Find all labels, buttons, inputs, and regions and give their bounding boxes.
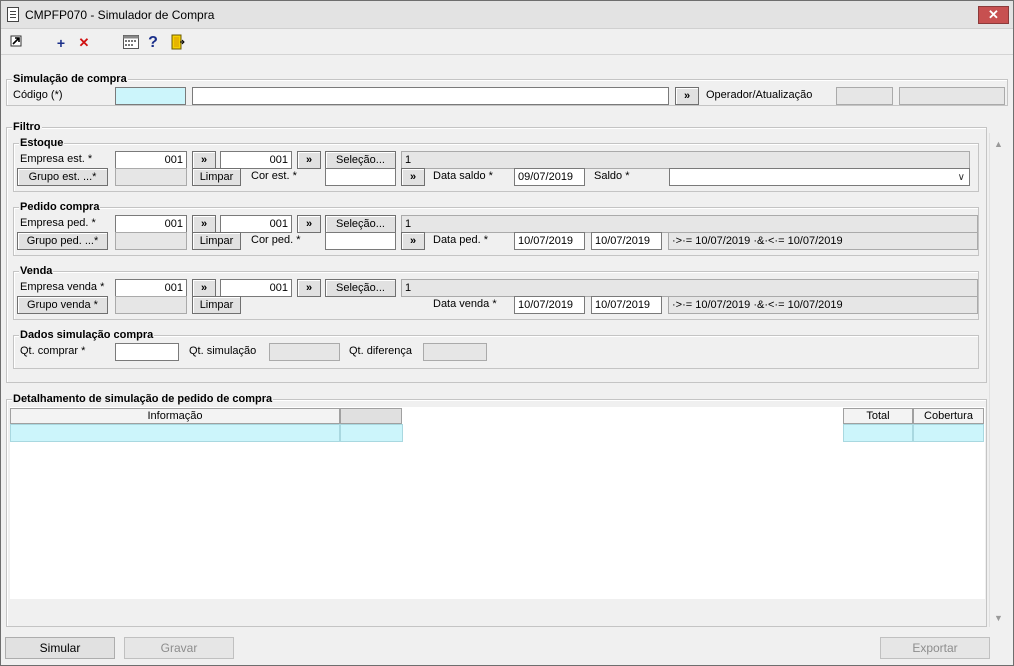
filtro-group-title: Filtro	[12, 121, 42, 133]
chevron-down-icon: ∨	[957, 172, 965, 183]
empresa-venda-to-lookup-button[interactable]: »	[297, 279, 321, 297]
door-icon[interactable]	[168, 34, 186, 52]
pedido-selecao-field: 1	[401, 215, 978, 233]
grid-cell-total[interactable]	[843, 424, 913, 442]
empresa-venda-label: Empresa venda *	[20, 281, 105, 293]
empresa-ped-label: Empresa ped. *	[20, 217, 96, 229]
col-header-blank[interactable]	[340, 408, 402, 424]
col-header-informacao[interactable]: Informação	[10, 408, 340, 424]
operador-field	[836, 87, 893, 105]
qt-simulacao-label: Qt. simulação	[189, 345, 257, 357]
grupo-ped-field	[115, 232, 187, 250]
exit-icon[interactable]	[7, 34, 25, 52]
calendar-icon[interactable]	[122, 34, 140, 52]
empresa-venda-from-input[interactable]: 001	[115, 279, 187, 297]
help-icon[interactable]: ?	[144, 34, 162, 52]
grupo-venda-button[interactable]: Grupo venda *	[17, 296, 108, 314]
data-ped-range-field: ·>·= 10/07/2019 ·&·<·= 10/07/2019	[668, 232, 978, 250]
empresa-ped-to-input[interactable]: 001	[220, 215, 292, 233]
codigo-lookup-button[interactable]: »	[675, 87, 699, 105]
toolbar: + ✕ ?	[1, 30, 1013, 55]
col-header-cobertura[interactable]: Cobertura	[913, 408, 984, 424]
close-button[interactable]: ✕	[978, 6, 1009, 24]
empresa-est-to-input[interactable]: 001	[220, 151, 292, 169]
codigo-description-input[interactable]	[192, 87, 669, 105]
empresa-venda-to-input[interactable]: 001	[220, 279, 292, 297]
venda-selecao-button[interactable]: Seleção...	[325, 279, 396, 297]
limpar-venda-button[interactable]: Limpar	[192, 296, 241, 314]
scroll-down-icon[interactable]: ▼	[994, 613, 1003, 623]
cor-ped-label: Cor ped. *	[251, 234, 301, 246]
grid-cell-blank[interactable]	[340, 424, 403, 442]
estoque-group-title: Estoque	[19, 137, 65, 149]
grid-cell-informacao[interactable]	[10, 424, 340, 442]
data-ped-from-input[interactable]: 10/07/2019	[514, 232, 585, 250]
qt-diferenca-label: Qt. diferença	[349, 345, 412, 357]
scroll-up-icon[interactable]: ▲	[994, 139, 1003, 149]
grupo-est-field	[115, 168, 187, 186]
data-saldo-input[interactable]: 09/07/2019	[514, 168, 585, 186]
qt-simulacao-field	[269, 343, 340, 361]
empresa-venda-from-lookup-button[interactable]: »	[192, 279, 216, 297]
limpar-ped-button[interactable]: Limpar	[192, 232, 241, 250]
exportar-button[interactable]: Exportar	[880, 637, 990, 659]
qt-diferenca-field	[423, 343, 487, 361]
empresa-est-label: Empresa est. *	[20, 153, 93, 165]
detalhamento-group-title: Detalhamento de simulação de pedido de c…	[12, 393, 274, 405]
empresa-est-from-input[interactable]: 001	[115, 151, 187, 169]
gravar-button[interactable]: Gravar	[124, 637, 234, 659]
qt-comprar-label: Qt. comprar *	[20, 345, 86, 357]
pedido-group-title: Pedido compra	[19, 201, 101, 213]
delete-icon[interactable]: ✕	[75, 34, 93, 52]
empresa-ped-to-lookup-button[interactable]: »	[297, 215, 321, 233]
empresa-est-to-lookup-button[interactable]: »	[297, 151, 321, 169]
data-saldo-label: Data saldo *	[433, 170, 493, 182]
simular-button[interactable]: Simular	[5, 637, 115, 659]
col-header-total[interactable]: Total	[843, 408, 913, 424]
venda-selecao-field: 1	[401, 279, 978, 297]
add-icon[interactable]: +	[52, 34, 70, 52]
limpar-est-button[interactable]: Limpar	[192, 168, 241, 186]
grid-cell-cobertura[interactable]	[913, 424, 984, 442]
estoque-selecao-button[interactable]: Seleção...	[325, 151, 396, 169]
empresa-ped-from-input[interactable]: 001	[115, 215, 187, 233]
cor-est-label: Cor est. *	[251, 170, 297, 182]
operador-label: Operador/Atualização	[706, 89, 813, 101]
data-ped-label: Data ped. *	[433, 234, 489, 246]
atualizacao-field	[899, 87, 1005, 105]
main-window: CMPFP070 - Simulador de Compra ✕ + ✕ ? S…	[0, 0, 1014, 666]
grupo-venda-field	[115, 296, 187, 314]
window-title: CMPFP070 - Simulador de Compra	[25, 8, 215, 22]
saldo-select[interactable]: ∨	[669, 168, 970, 186]
pedido-selecao-button[interactable]: Seleção...	[325, 215, 396, 233]
empresa-ped-from-lookup-button[interactable]: »	[192, 215, 216, 233]
grupo-est-button[interactable]: Grupo est. ...*	[17, 168, 108, 186]
data-venda-from-input[interactable]: 10/07/2019	[514, 296, 585, 314]
data-ped-to-input[interactable]: 10/07/2019	[591, 232, 662, 250]
dados-simulacao-group-title: Dados simulação compra	[19, 329, 155, 341]
codigo-input[interactable]	[115, 87, 186, 105]
estoque-selecao-field: 1	[401, 151, 970, 169]
codigo-label: Código (*)	[13, 89, 63, 101]
empresa-est-from-lookup-button[interactable]: »	[192, 151, 216, 169]
vertical-scrollbar[interactable]: ▲ ▼	[989, 133, 1006, 627]
data-venda-range-field: ·>·= 10/07/2019 ·&·<·= 10/07/2019	[668, 296, 978, 314]
data-venda-label: Data venda *	[433, 298, 497, 310]
cor-est-lookup-button[interactable]: »	[401, 168, 425, 186]
cor-ped-input[interactable]	[325, 232, 396, 250]
cor-ped-lookup-button[interactable]: »	[401, 232, 425, 250]
simulacao-group-title: Simulação de compra	[12, 73, 128, 85]
grupo-ped-button[interactable]: Grupo ped. ...*	[17, 232, 108, 250]
title-bar: CMPFP070 - Simulador de Compra ✕	[1, 1, 1013, 29]
app-document-icon	[7, 7, 19, 22]
cor-est-input[interactable]	[325, 168, 396, 186]
venda-group-title: Venda	[19, 265, 54, 277]
data-venda-to-input[interactable]: 10/07/2019	[591, 296, 662, 314]
saldo-label: Saldo *	[594, 170, 630, 182]
qt-comprar-input[interactable]	[115, 343, 179, 361]
